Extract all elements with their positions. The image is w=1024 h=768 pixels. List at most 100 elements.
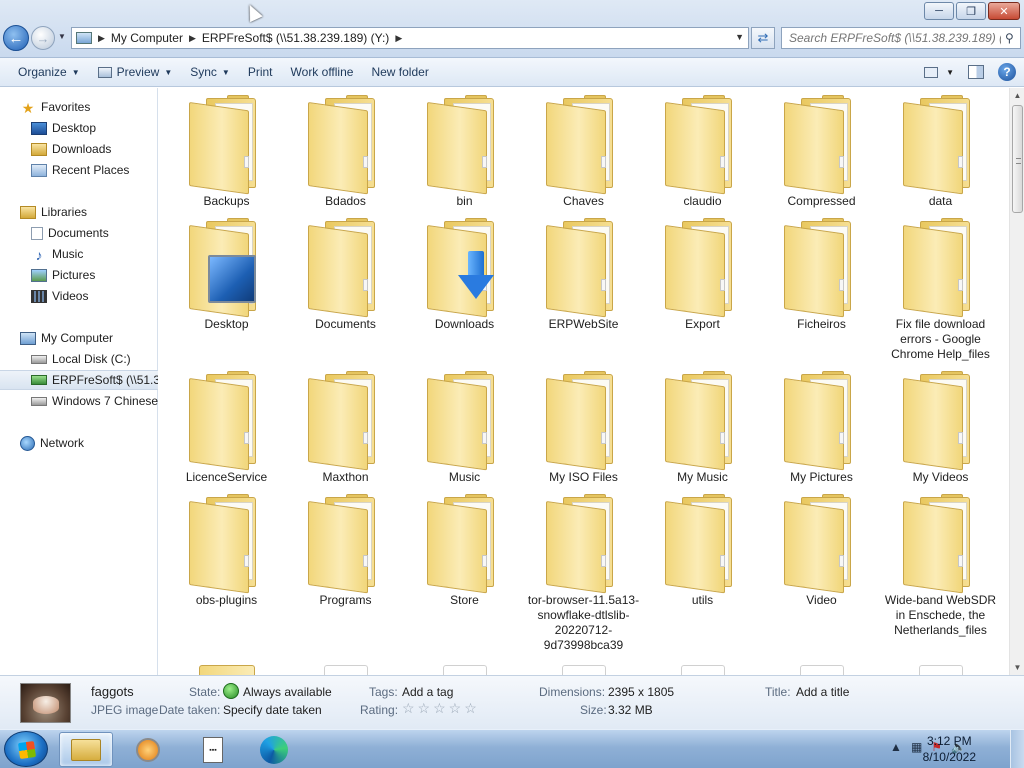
partially-visible-item[interactable]	[643, 661, 762, 675]
folder-icon	[307, 370, 384, 471]
rating-stars-icon[interactable]: ☆☆☆☆☆	[402, 700, 480, 717]
start-button[interactable]	[4, 731, 48, 767]
partially-visible-item[interactable]	[167, 661, 286, 675]
new-folder-button[interactable]: New folder	[362, 58, 437, 86]
folder-label: utils	[691, 593, 714, 607]
folder-item[interactable]: Store	[405, 493, 524, 653]
address-bar[interactable]: ▶ My Computer ▶ ERPFreSoft$ (\\51.38.239…	[71, 27, 749, 49]
nav-my-computer[interactable]: My Computer	[0, 328, 158, 348]
folder-item[interactable]: Chaves	[524, 94, 643, 209]
search-input[interactable]	[789, 31, 1001, 45]
folder-icon	[188, 493, 265, 594]
folder-icon	[902, 370, 979, 471]
folder-item[interactable]: data	[881, 94, 1000, 209]
nav-item-recent-places[interactable]: Recent Places	[0, 160, 158, 180]
folder-item[interactable]: Compressed	[762, 94, 881, 209]
breadcrumb-separator-icon[interactable]: ▶	[98, 33, 105, 44]
folder-item[interactable]: utils	[643, 493, 762, 653]
folder-item[interactable]: Downloads	[405, 217, 524, 362]
preview-pane-icon[interactable]	[968, 65, 984, 79]
folder-item[interactable]: bin	[405, 94, 524, 209]
folder-item[interactable]: obs-plugins	[167, 493, 286, 653]
breadcrumb-separator-icon[interactable]: ▶	[189, 33, 196, 44]
change-view-button[interactable]: ▼	[924, 66, 954, 78]
help-icon[interactable]: ?	[998, 63, 1016, 81]
forward-button[interactable]: →	[31, 26, 55, 50]
nav-item-pictures[interactable]: Pictures	[0, 265, 158, 285]
nav-item-desktop[interactable]: Desktop	[0, 118, 158, 138]
folder-label: claudio	[683, 194, 722, 208]
nav-favorites[interactable]: ★ Favorites	[0, 97, 158, 117]
folder-item[interactable]: My Music	[643, 370, 762, 485]
work-offline-button[interactable]: Work offline	[282, 58, 363, 86]
print-button[interactable]: Print	[239, 58, 282, 86]
recent-pages-dropdown[interactable]: ▼	[58, 32, 66, 41]
vertical-scrollbar[interactable]: ▲ ▼	[1009, 88, 1024, 675]
taskbar-app-button[interactable]: ▪▪▪	[186, 732, 240, 767]
nav-item-windows7-chinese[interactable]: Windows 7 Chinese	[0, 391, 158, 411]
taskbar-edge-button[interactable]	[247, 732, 301, 767]
breadcrumb-separator-icon[interactable]: ▶	[395, 33, 402, 44]
back-button[interactable]: ←	[3, 25, 29, 51]
folder-item[interactable]: Backups	[167, 94, 286, 209]
folder-item[interactable]: Bdados	[286, 94, 405, 209]
folder-item[interactable]: Ficheiros	[762, 217, 881, 362]
folder-item[interactable]: Fix file download errors - Google Chrome…	[881, 217, 1000, 362]
nav-item-local-disk[interactable]: Local Disk (C:)	[0, 349, 158, 369]
close-button[interactable]: ✕	[988, 2, 1020, 20]
clock[interactable]: 3:12 PM 8/10/2022	[923, 733, 976, 765]
nav-item-documents[interactable]: Documents	[0, 223, 158, 243]
partially-visible-item[interactable]	[286, 661, 405, 675]
refresh-button[interactable]: ⇄	[751, 27, 775, 49]
folder-item[interactable]: Maxthon	[286, 370, 405, 485]
folder-item[interactable]: Video	[762, 493, 881, 653]
folder-item[interactable]: Music	[405, 370, 524, 485]
nav-libraries[interactable]: Libraries	[0, 202, 158, 222]
nav-item-network-drive[interactable]: ERPFreSoft$ (\\51.38	[0, 370, 158, 390]
partially-visible-item[interactable]	[405, 661, 524, 675]
partially-visible-item[interactable]	[881, 661, 1000, 675]
breadcrumb-my-computer[interactable]: My Computer	[111, 31, 183, 45]
folder-item[interactable]: My Videos	[881, 370, 1000, 485]
folder-item[interactable]: Documents	[286, 217, 405, 362]
folder-item[interactable]: LicenceService	[167, 370, 286, 485]
nav-item-videos[interactable]: Videos	[0, 286, 158, 306]
search-icon[interactable]: ⚲	[1005, 31, 1014, 45]
partially-visible-item[interactable]	[524, 661, 643, 675]
nav-label: My Computer	[41, 331, 114, 345]
folder-item[interactable]: tor-browser-11.5a13-snowflake-dtlslib-20…	[524, 493, 643, 653]
minimize-button[interactable]: ─	[924, 2, 954, 20]
taskbar-explorer-button[interactable]	[59, 732, 113, 767]
organize-button[interactable]: Organize ▼	[9, 58, 89, 86]
folder-item[interactable]: My Pictures	[762, 370, 881, 485]
details-pane: faggots JPEG image State: Always availab…	[0, 675, 1024, 729]
nav-item-music[interactable]: ♪ Music	[0, 244, 158, 264]
search-box[interactable]: ⚲	[781, 27, 1021, 49]
scroll-up-icon[interactable]: ▲	[1010, 88, 1024, 103]
folder-item[interactable]: Export	[643, 217, 762, 362]
folder-item[interactable]: Programs	[286, 493, 405, 653]
folder-item[interactable]: ERPWebSite	[524, 217, 643, 362]
date-taken-value[interactable]: Specify date taken	[223, 703, 322, 717]
show-desktop-button[interactable]	[1010, 730, 1024, 768]
address-dropdown-icon[interactable]: ▼	[735, 32, 744, 42]
scroll-down-icon[interactable]: ▼	[1010, 660, 1024, 675]
scrollbar-thumb[interactable]	[1012, 105, 1023, 213]
sync-button[interactable]: Sync ▼	[181, 58, 239, 86]
nav-label: Libraries	[41, 205, 88, 219]
breadcrumb-network-drive[interactable]: ERPFreSoft$ (\\51.38.239.189) (Y:)	[202, 31, 389, 45]
folder-item[interactable]: claudio	[643, 94, 762, 209]
taskbar-media-player-button[interactable]	[121, 732, 175, 767]
tags-value[interactable]: Add a tag	[402, 685, 453, 699]
folder-item[interactable]: My ISO Files	[524, 370, 643, 485]
title-value[interactable]: Add a title	[796, 685, 849, 699]
nav-network[interactable]: Network	[0, 433, 158, 453]
partially-visible-item[interactable]	[762, 661, 881, 675]
folder-item[interactable]: Desktop	[167, 217, 286, 362]
nav-item-downloads[interactable]: Downloads	[0, 139, 158, 159]
preview-button[interactable]: Preview ▼	[89, 58, 182, 86]
network-status-icon[interactable]: ▦	[911, 740, 922, 754]
folder-item[interactable]: Wide-band WebSDR in Enschede, the Nether…	[881, 493, 1000, 653]
maximize-button[interactable]: ❐	[956, 2, 986, 20]
show-hidden-icons-icon[interactable]: ▲	[890, 740, 902, 754]
